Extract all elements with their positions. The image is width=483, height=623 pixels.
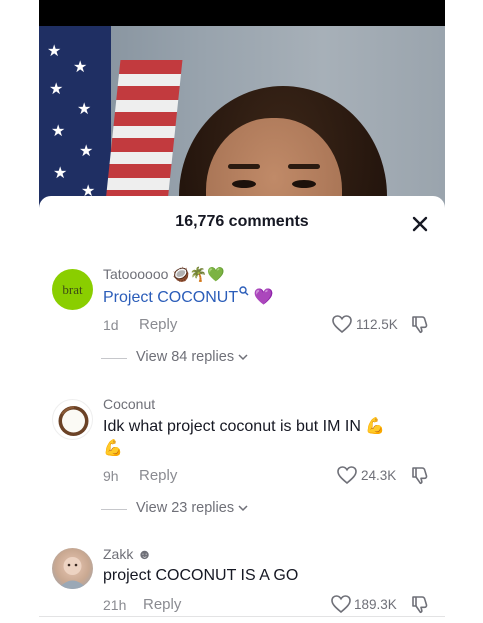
avatar[interactable]: brat <box>52 269 93 310</box>
chevron-down-icon <box>238 505 248 512</box>
avatar[interactable] <box>52 548 93 589</box>
like-count: 112.5K <box>356 317 398 332</box>
bottom-divider <box>39 616 445 617</box>
heart-icon <box>332 315 352 334</box>
view-replies-label: View 23 replies <box>136 500 248 516</box>
avatar-brat-text: brat <box>62 281 83 297</box>
divider-line <box>101 358 127 359</box>
view-replies-button[interactable]: View 23 replies <box>101 499 401 519</box>
username-emoji: 🥥🌴💚 <box>172 266 225 282</box>
view-replies-label: View 84 replies <box>136 349 248 365</box>
profile-photo-icon <box>58 557 87 589</box>
close-icon <box>412 216 428 232</box>
dislike-button[interactable] <box>410 465 430 490</box>
chevron-down-icon <box>238 354 248 361</box>
heart-emoji: 💜 <box>253 289 274 306</box>
username-text: Zakk <box>103 546 134 562</box>
comment-age: 1d <box>103 317 119 333</box>
thumbs-down-icon <box>412 467 428 485</box>
heart-icon <box>331 595 351 614</box>
like-button[interactable] <box>336 465 358 490</box>
reply-button[interactable]: Reply <box>139 316 177 333</box>
comment-age: 9h <box>103 468 119 484</box>
search-link[interactable]: Project COCONUT <box>103 286 254 306</box>
view-replies-text: View 23 replies <box>136 500 235 516</box>
right-brow <box>288 164 320 169</box>
comments-count-title: 16,776 comments <box>175 213 309 230</box>
status-bar <box>39 0 445 26</box>
app-frame: ★ ★ ★ ★ ★ ★ ★ ★ 16,776 comments brat Tat… <box>39 0 445 623</box>
comment-text-line: 💪 <box>103 440 123 457</box>
comment-text-line: Idk what project coconut is but IM IN 💪 <box>103 418 386 435</box>
close-button[interactable] <box>409 213 431 235</box>
comment-username[interactable]: Zakk ☻ <box>103 546 152 562</box>
link-text: Project COCONUT <box>103 289 239 306</box>
coconut-icon <box>58 406 89 436</box>
view-replies-button[interactable]: View 84 replies <box>101 348 401 368</box>
like-count: 24.3K <box>361 468 397 483</box>
username-text: Tatoooooo <box>103 266 169 282</box>
divider-line <box>101 509 127 510</box>
like-count: 189.3K <box>354 597 397 612</box>
comment-age: 21h <box>103 597 127 613</box>
avatar[interactable] <box>52 399 93 440</box>
comment-text: Project COCONUT 💜 <box>103 286 274 307</box>
reply-button[interactable]: Reply <box>139 467 177 484</box>
dislike-button[interactable] <box>410 314 430 339</box>
heart-icon <box>337 466 357 485</box>
smiley-icon: ☻ <box>137 546 152 562</box>
comments-sheet: 16,776 comments brat Tatoooooo 🥥🌴💚 Proje… <box>39 196 445 623</box>
left-brow <box>228 164 260 169</box>
comment-username[interactable]: Tatoooooo 🥥🌴💚 <box>103 266 225 283</box>
search-icon <box>239 286 249 296</box>
thumbs-down-icon <box>412 596 428 614</box>
left-eye <box>232 180 256 188</box>
reply-button[interactable]: Reply <box>143 596 181 613</box>
comment-text: project COCONUT IS A GO <box>103 567 299 584</box>
thumbs-down-icon <box>412 316 428 334</box>
like-button[interactable] <box>331 314 353 339</box>
comment-username[interactable]: Coconut <box>103 396 155 412</box>
view-replies-text: View 84 replies <box>136 349 235 365</box>
right-eye <box>292 180 316 188</box>
